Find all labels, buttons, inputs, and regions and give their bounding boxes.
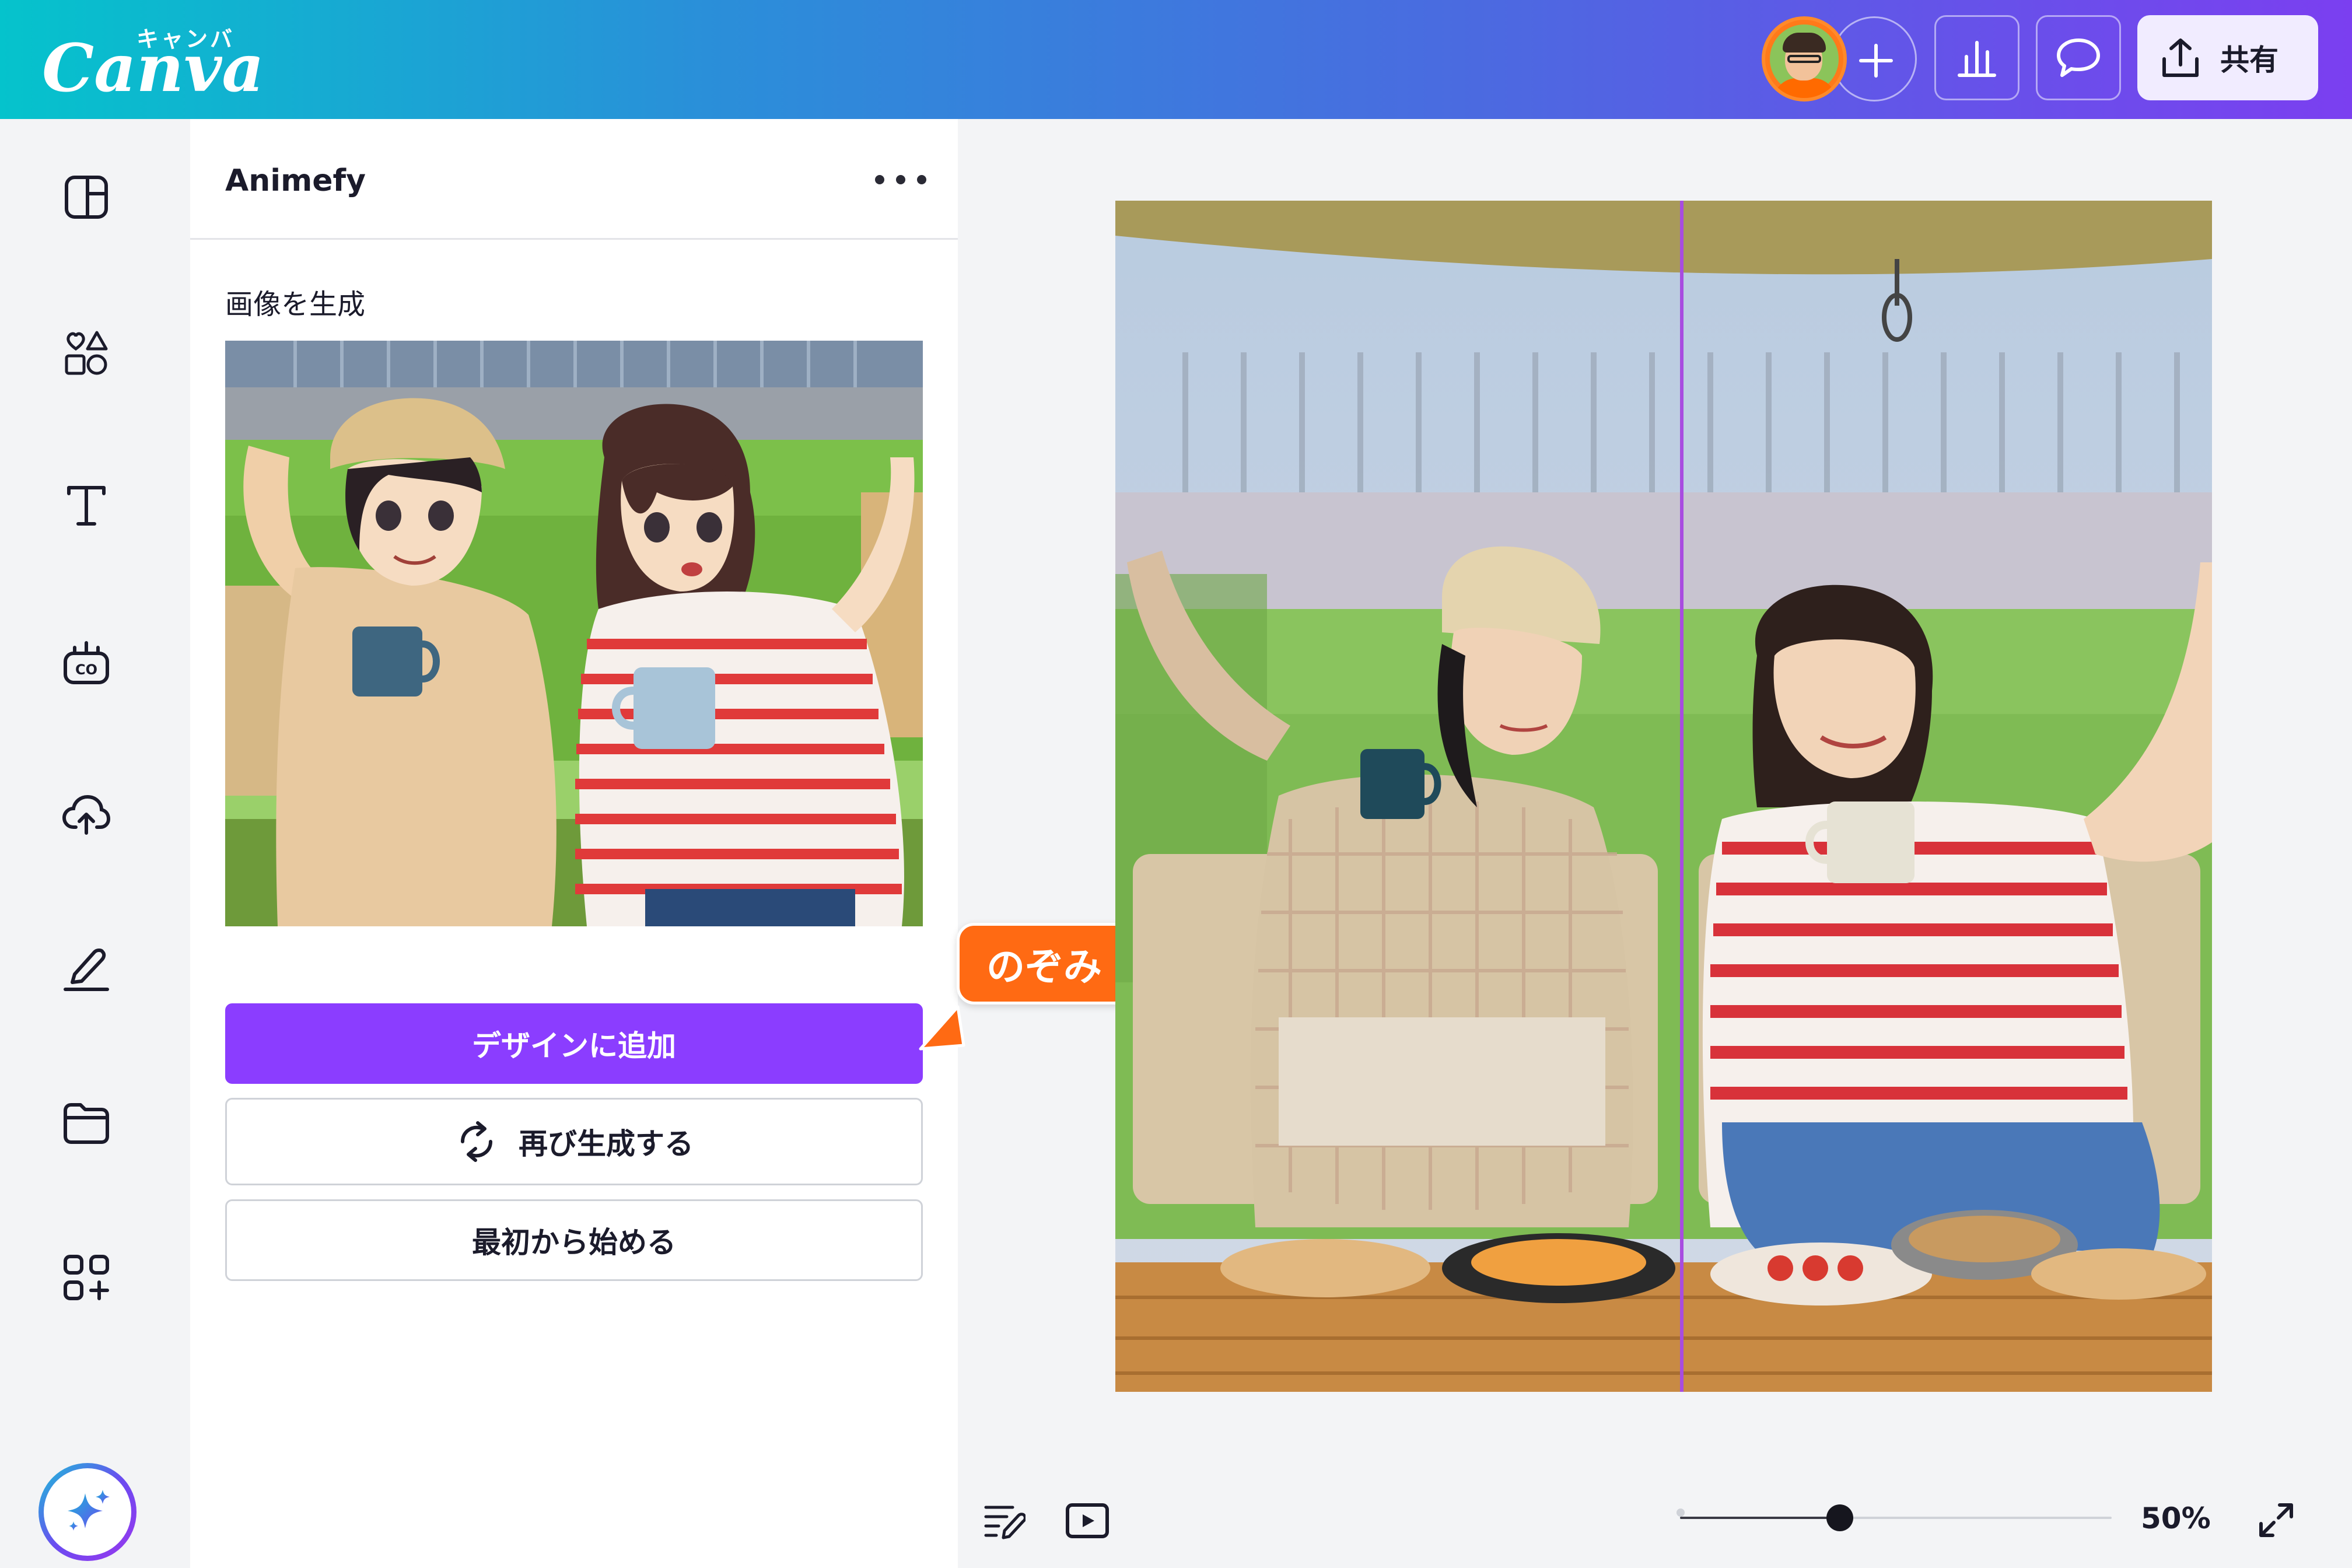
panel-title: Animefy <box>225 163 366 198</box>
sidebar-item-uploads[interactable] <box>57 785 116 844</box>
panel-divider <box>190 238 958 240</box>
start-over-button[interactable]: 最初から始める <box>225 1199 923 1281</box>
sidebar-item-design[interactable] <box>57 168 116 226</box>
regenerate-label: 再び生成する <box>519 1127 694 1161</box>
top-header: キャンバ Canva 共有 <box>0 0 2352 119</box>
bar-chart-icon <box>1958 41 1996 77</box>
more-options-button[interactable] <box>870 175 940 192</box>
fullscreen-button[interactable] <box>2253 1497 2300 1544</box>
sidebar-item-draw[interactable] <box>57 938 116 996</box>
apps-icon <box>64 1255 109 1300</box>
zoom-slider[interactable] <box>1676 1504 2112 1531</box>
insights-button[interactable] <box>1934 15 2020 100</box>
elements-icon <box>65 331 108 375</box>
zoom-slider-fill <box>1680 1517 1840 1519</box>
comment-button[interactable] <box>2036 15 2121 100</box>
regenerate-button[interactable]: 再び生成する <box>225 1098 923 1185</box>
expand-icon <box>2259 1503 2293 1537</box>
refresh-icon <box>461 1121 492 1162</box>
present-button[interactable] <box>1064 1498 1111 1545</box>
layout-icon <box>65 176 108 219</box>
animefy-panel: Animefy 画像を生成 デザインに追加 再び生成する 最初から始める <box>190 119 958 1568</box>
magic-assistant-button[interactable] <box>38 1463 136 1561</box>
zoom-slider-start <box>1676 1508 1685 1517</box>
brand-icon: CO <box>64 641 109 684</box>
left-sidebar: CO <box>0 119 190 1568</box>
notes-icon <box>984 1506 1026 1539</box>
sidebar-item-brand[interactable]: CO <box>57 632 116 691</box>
add-to-design-button[interactable]: デザインに追加 <box>225 1003 923 1084</box>
sidebar-item-text[interactable] <box>57 476 116 534</box>
design-canvas-photo[interactable] <box>1115 201 2212 1392</box>
folder-icon <box>64 1103 109 1144</box>
plus-icon <box>1859 44 1893 78</box>
comparison-split-line[interactable] <box>1680 201 1684 1392</box>
generate-image-heading: 画像を生成 <box>225 288 366 321</box>
cloud-upload-icon <box>62 794 111 835</box>
collaborator-cursor-icon <box>919 1005 965 1051</box>
sidebar-item-apps[interactable] <box>57 1248 116 1307</box>
collaborator-name-tag: のぞみ <box>957 923 1132 1005</box>
anime-illustration <box>225 341 923 926</box>
svg-text:CO: CO <box>75 662 97 678</box>
share-label: 共有 <box>2220 43 2278 77</box>
pen-icon <box>64 949 109 991</box>
user-avatar[interactable] <box>1762 16 1847 102</box>
play-icon <box>1066 1503 1109 1538</box>
share-upload-icon <box>2162 38 2199 77</box>
comment-icon <box>2057 38 2100 77</box>
logo-wordmark: Canva <box>42 30 264 107</box>
zoom-slider-handle[interactable] <box>1826 1504 1853 1531</box>
generated-anime-image[interactable] <box>225 341 923 926</box>
share-button[interactable]: 共有 <box>2137 15 2318 100</box>
notes-button[interactable] <box>980 1498 1027 1545</box>
zoom-level[interactable]: 50% <box>2141 1502 2211 1535</box>
camping-photo <box>1115 201 2212 1392</box>
sparkle-icon <box>68 1490 110 1531</box>
canva-logo[interactable]: キャンバ Canva <box>42 21 264 103</box>
sidebar-item-projects[interactable] <box>57 1093 116 1152</box>
text-icon <box>67 486 106 526</box>
more-dots-icon <box>875 175 884 184</box>
sidebar-item-elements[interactable] <box>57 323 116 382</box>
